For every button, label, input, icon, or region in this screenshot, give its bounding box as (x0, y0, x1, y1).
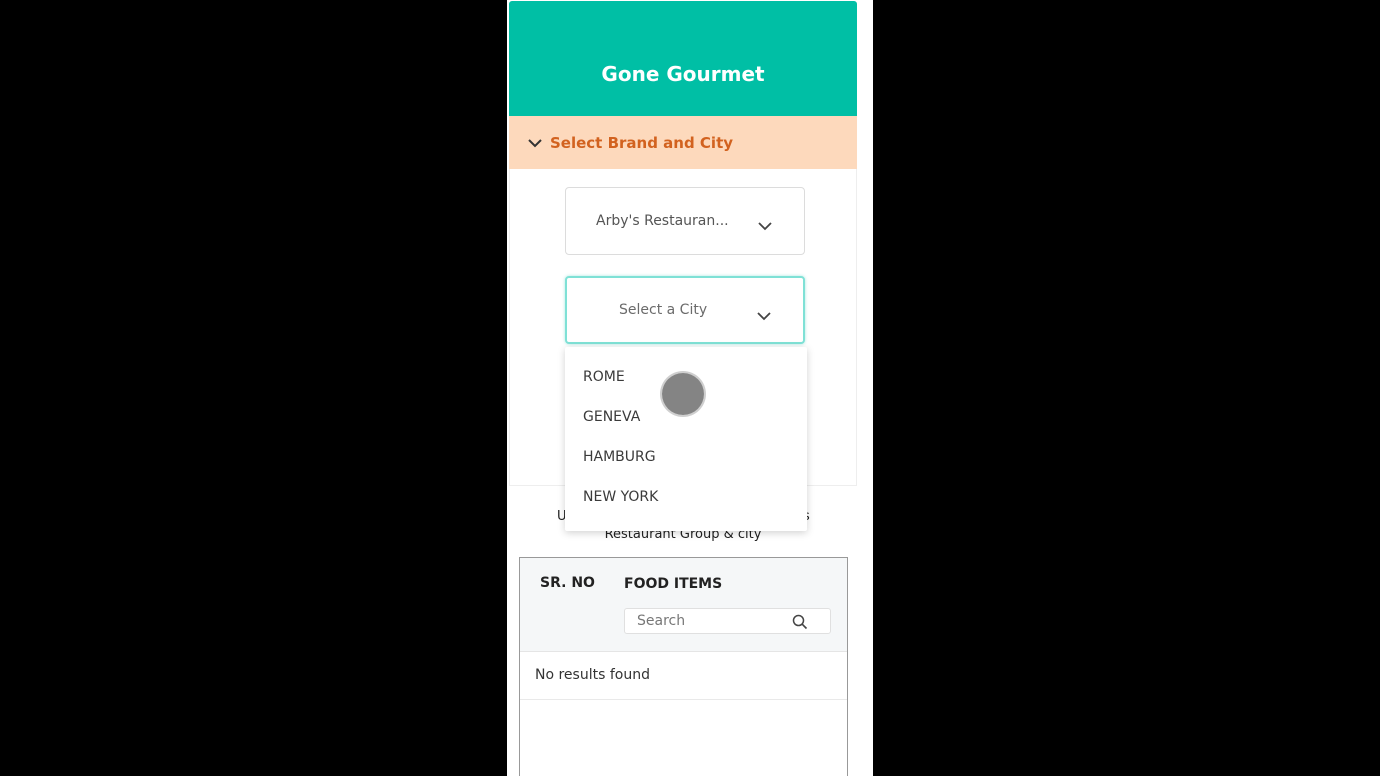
city-select-placeholder: Select a City (619, 302, 708, 318)
brand-select-value: Arby's Restauran... (596, 213, 729, 229)
food-search-input[interactable] (635, 612, 789, 630)
app-screen: Gone Gourmet Select Brand and City Arby'… (507, 0, 873, 776)
food-search-field[interactable] (624, 608, 831, 634)
empty-state-text: No results found (535, 667, 650, 683)
chevron-down-icon (528, 136, 542, 150)
row-divider (520, 699, 847, 700)
table-header: SR. NO FOOD ITEMS (520, 558, 847, 652)
selection-panel: Arby's Restauran... Select a City ROME G… (509, 169, 857, 531)
brand-select[interactable]: Arby's Restauran... (565, 187, 805, 255)
city-option-hamburg[interactable]: HAMBURG (583, 449, 656, 465)
brand-city-accordion[interactable]: Select Brand and City (509, 116, 857, 169)
chevron-down-icon (757, 306, 771, 321)
food-items-table: SR. NO FOOD ITEMS No results found (519, 557, 848, 776)
app-header: Gone Gourmet (509, 1, 857, 116)
chevron-down-icon (758, 216, 772, 231)
column-header-food-items: FOOD ITEMS (624, 576, 723, 592)
city-option-rome[interactable]: ROME (583, 369, 625, 385)
column-header-sr-no: SR. NO (540, 575, 595, 591)
city-select[interactable]: Select a City (565, 276, 805, 344)
city-option-new-york[interactable]: NEW YORK (583, 489, 658, 505)
city-option-geneva[interactable]: GENEVA (583, 409, 640, 425)
touch-cursor-indicator (662, 373, 704, 415)
search-icon[interactable] (792, 614, 808, 630)
accordion-label: Select Brand and City (550, 133, 734, 152)
app-title: Gone Gourmet (601, 62, 765, 86)
